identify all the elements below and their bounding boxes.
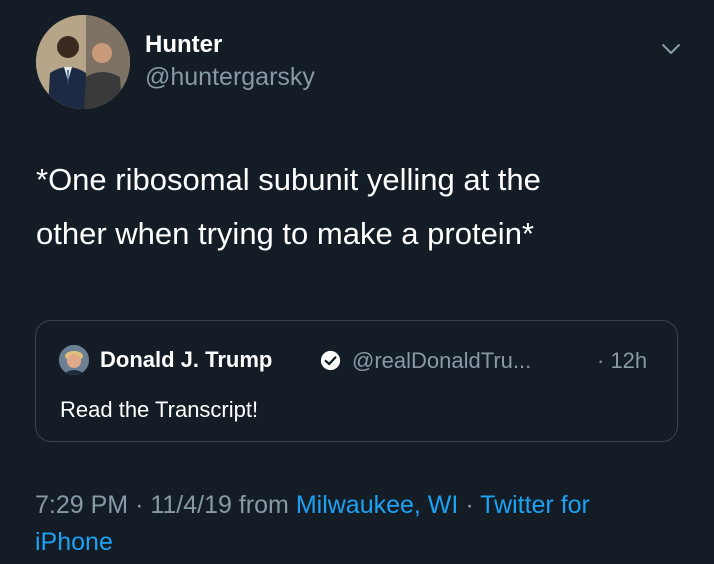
quoted-tweet[interactable]: Donald J. Trump @realDonaldTru... · 12h …: [35, 320, 678, 442]
chevron-down-icon[interactable]: [660, 38, 682, 60]
quoted-text: Read the Transcript!: [60, 397, 259, 422]
source-text: iPhone: [35, 528, 113, 556]
quoted-author-handle: @realDonaldTru...: [352, 348, 532, 373]
quoted-author-avatar: [59, 345, 89, 375]
tweet-text-line: other when trying to make a protein*: [36, 216, 534, 251]
meta-separator: ·: [135, 491, 144, 519]
quoted-timestamp: · 12h: [597, 348, 648, 373]
author-avatar[interactable]: [36, 15, 130, 109]
author-name[interactable]: Hunter: [145, 31, 222, 59]
tweet-meta: 7:29 PM · 11/4/19 from Milwaukee, WI · T…: [35, 487, 685, 561]
verified-badge-icon: [320, 350, 341, 371]
tweet-time: 7:29 PM: [35, 491, 129, 519]
from-label: from: [238, 491, 289, 519]
source-text: Twitter for: [480, 491, 590, 519]
location-link[interactable]: Milwaukee, WI: [296, 491, 459, 519]
tweet: Hunter @huntergarsky *One ribosomal subu…: [0, 0, 714, 564]
author-handle[interactable]: @huntergarsky: [145, 63, 315, 92]
meta-separator: ·: [465, 491, 474, 519]
quoted-author-name: Donald J. Trump: [100, 347, 273, 372]
tweet-date: 11/4/19: [150, 491, 232, 519]
tweet-text: *One ribosomal subunit yelling at the ot…: [36, 153, 686, 261]
tweet-text-line: *One ribosomal subunit yelling at the: [36, 162, 541, 197]
